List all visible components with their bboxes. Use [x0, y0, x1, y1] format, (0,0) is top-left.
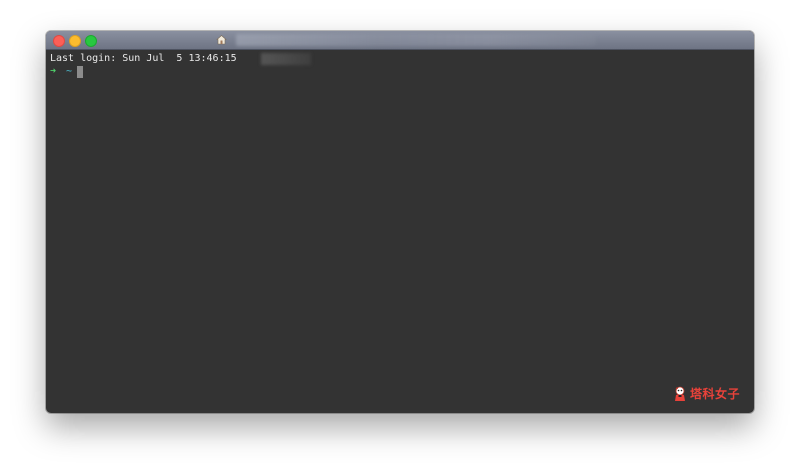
watermark: 塔科女子: [673, 385, 740, 402]
terminal-window[interactable]: Last login: Sun Jul 5 13:46:15 ➜ ~ 塔科女子: [46, 31, 754, 413]
close-button[interactable]: [53, 35, 65, 47]
home-folder-icon: [216, 35, 227, 45]
prompt-directory: ~: [66, 66, 73, 77]
prompt-arrow-icon: ➜: [50, 66, 57, 77]
last-login-text: Last login: Sun Jul 5 13:46:15: [50, 53, 237, 64]
watermark-text: 塔科女子: [689, 387, 740, 401]
minimize-button[interactable]: [69, 35, 81, 47]
zoom-button[interactable]: [85, 35, 97, 47]
terminal-content[interactable]: Last login: Sun Jul 5 13:46:15 ➜ ~: [46, 50, 754, 413]
last-login-line: Last login: Sun Jul 5 13:46:15: [50, 52, 750, 65]
mascot-logo-icon: [674, 386, 685, 401]
text-cursor: [77, 65, 84, 78]
window-titlebar[interactable]: [46, 31, 754, 50]
desktop-background: Last login: Sun Jul 5 13:46:15 ➜ ~ 塔科女子: [0, 0, 800, 475]
prompt-line[interactable]: ➜ ~: [50, 65, 750, 78]
login-host-redacted: [260, 52, 311, 65]
window-title-redacted: [236, 34, 596, 46]
